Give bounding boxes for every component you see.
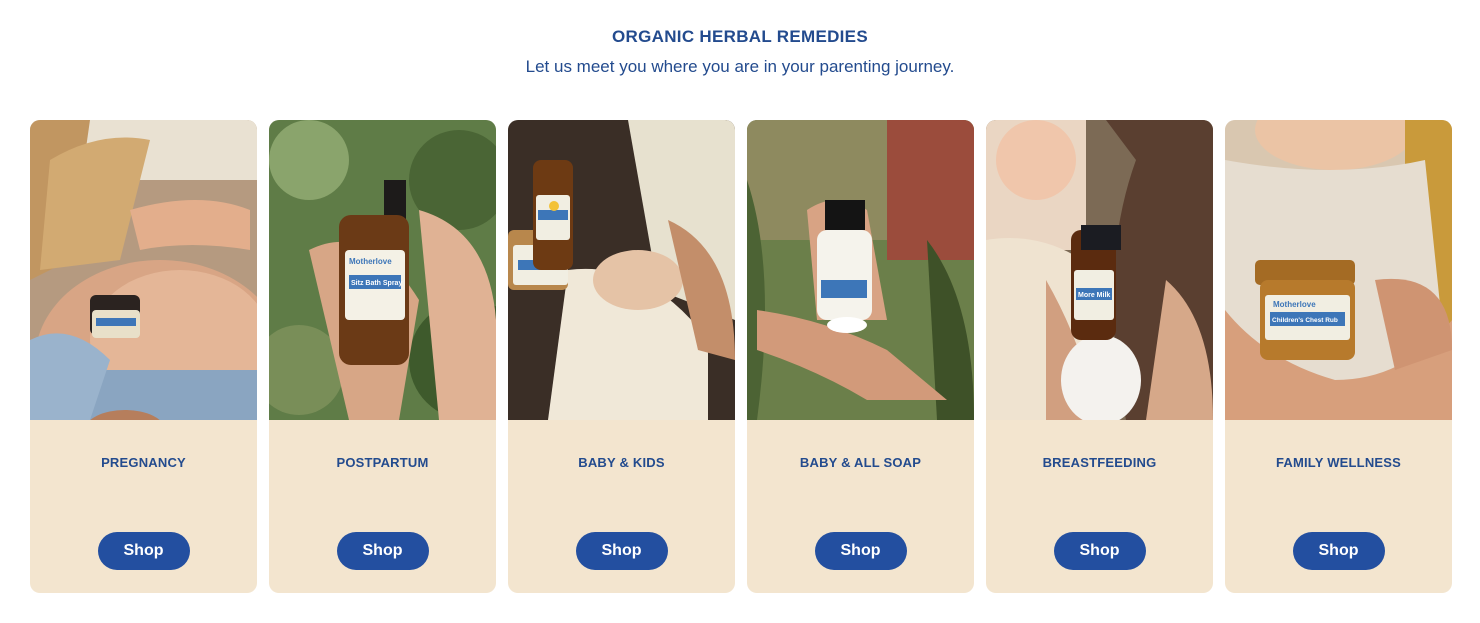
category-label: BREASTFEEDING — [1042, 455, 1157, 470]
category-card-baby-all-soap[interactable]: BABY & ALL SOAP Shop — [747, 120, 974, 593]
childrens-chest-rub-photo: Motherlove Children's Chest Rub — [1225, 120, 1452, 420]
sitz-bath-spray-photo: Motherlove Sitz Bath Spray — [269, 120, 496, 420]
shop-postpartum-button[interactable]: Shop — [336, 532, 429, 570]
svg-text:Motherlove: Motherlove — [349, 257, 392, 266]
section-subtitle: Let us meet you where you are in your pa… — [525, 57, 955, 76]
category-card-postpartum[interactable]: Motherlove Sitz Bath Spray POSTPARTUM Sh… — [269, 120, 496, 593]
svg-text:Motherlove: Motherlove — [1273, 300, 1316, 309]
svg-text:More Milk: More Milk — [1078, 292, 1110, 299]
shop-baby-all-soap-button[interactable]: Shop — [814, 532, 907, 570]
shop-breastfeeding-button[interactable]: Shop — [1053, 532, 1146, 570]
shop-baby-kids-button[interactable]: Shop — [575, 532, 668, 570]
category-card-breastfeeding[interactable]: More Milk BREASTFEEDING Shop — [986, 120, 1213, 593]
svg-text:Children's Chest Rub: Children's Chest Rub — [1272, 317, 1338, 324]
category-card-baby-kids[interactable]: BABY & KIDS Shop — [508, 120, 735, 593]
family-wellness-photo[interactable]: Motherlove Children's Chest Rub — [1225, 120, 1452, 420]
category-label: FAMILY WELLNESS — [1275, 455, 1402, 470]
baby-all-soap-photo[interactable] — [747, 120, 974, 420]
category-label: POSTPARTUM — [336, 455, 429, 470]
pregnancy-photo[interactable] — [30, 120, 257, 420]
breastfeeding-photo[interactable]: More Milk — [986, 120, 1213, 420]
shop-pregnancy-button[interactable]: Shop — [97, 532, 190, 570]
soap-pump-photo — [747, 120, 974, 420]
more-milk-photo: More Milk — [986, 120, 1213, 420]
svg-text:Sitz Bath Spray: Sitz Bath Spray — [351, 280, 402, 287]
category-label: BABY & ALL SOAP — [799, 455, 922, 470]
baby-kids-photo[interactable] — [508, 120, 735, 420]
postpartum-photo[interactable]: Motherlove Sitz Bath Spray — [269, 120, 496, 420]
category-label: BABY & KIDS — [578, 455, 665, 470]
pregnant-belly-balm-photo — [30, 120, 257, 420]
category-cards: PREGNANCY Shop Motherlove Sitz Bath Spra… — [30, 120, 1452, 593]
category-card-pregnancy[interactable]: PREGNANCY Shop — [30, 120, 257, 593]
section-title: ORGANIC HERBAL REMEDIES — [612, 27, 868, 46]
section-header: ORGANIC HERBAL REMEDIES Let us meet you … — [0, 0, 1480, 78]
shop-family-wellness-button[interactable]: Shop — [1292, 532, 1385, 570]
diaper-balm-photo — [508, 120, 735, 420]
category-card-family-wellness[interactable]: Motherlove Children's Chest Rub FAMILY W… — [1225, 120, 1452, 593]
category-label: PREGNANCY — [101, 455, 186, 470]
